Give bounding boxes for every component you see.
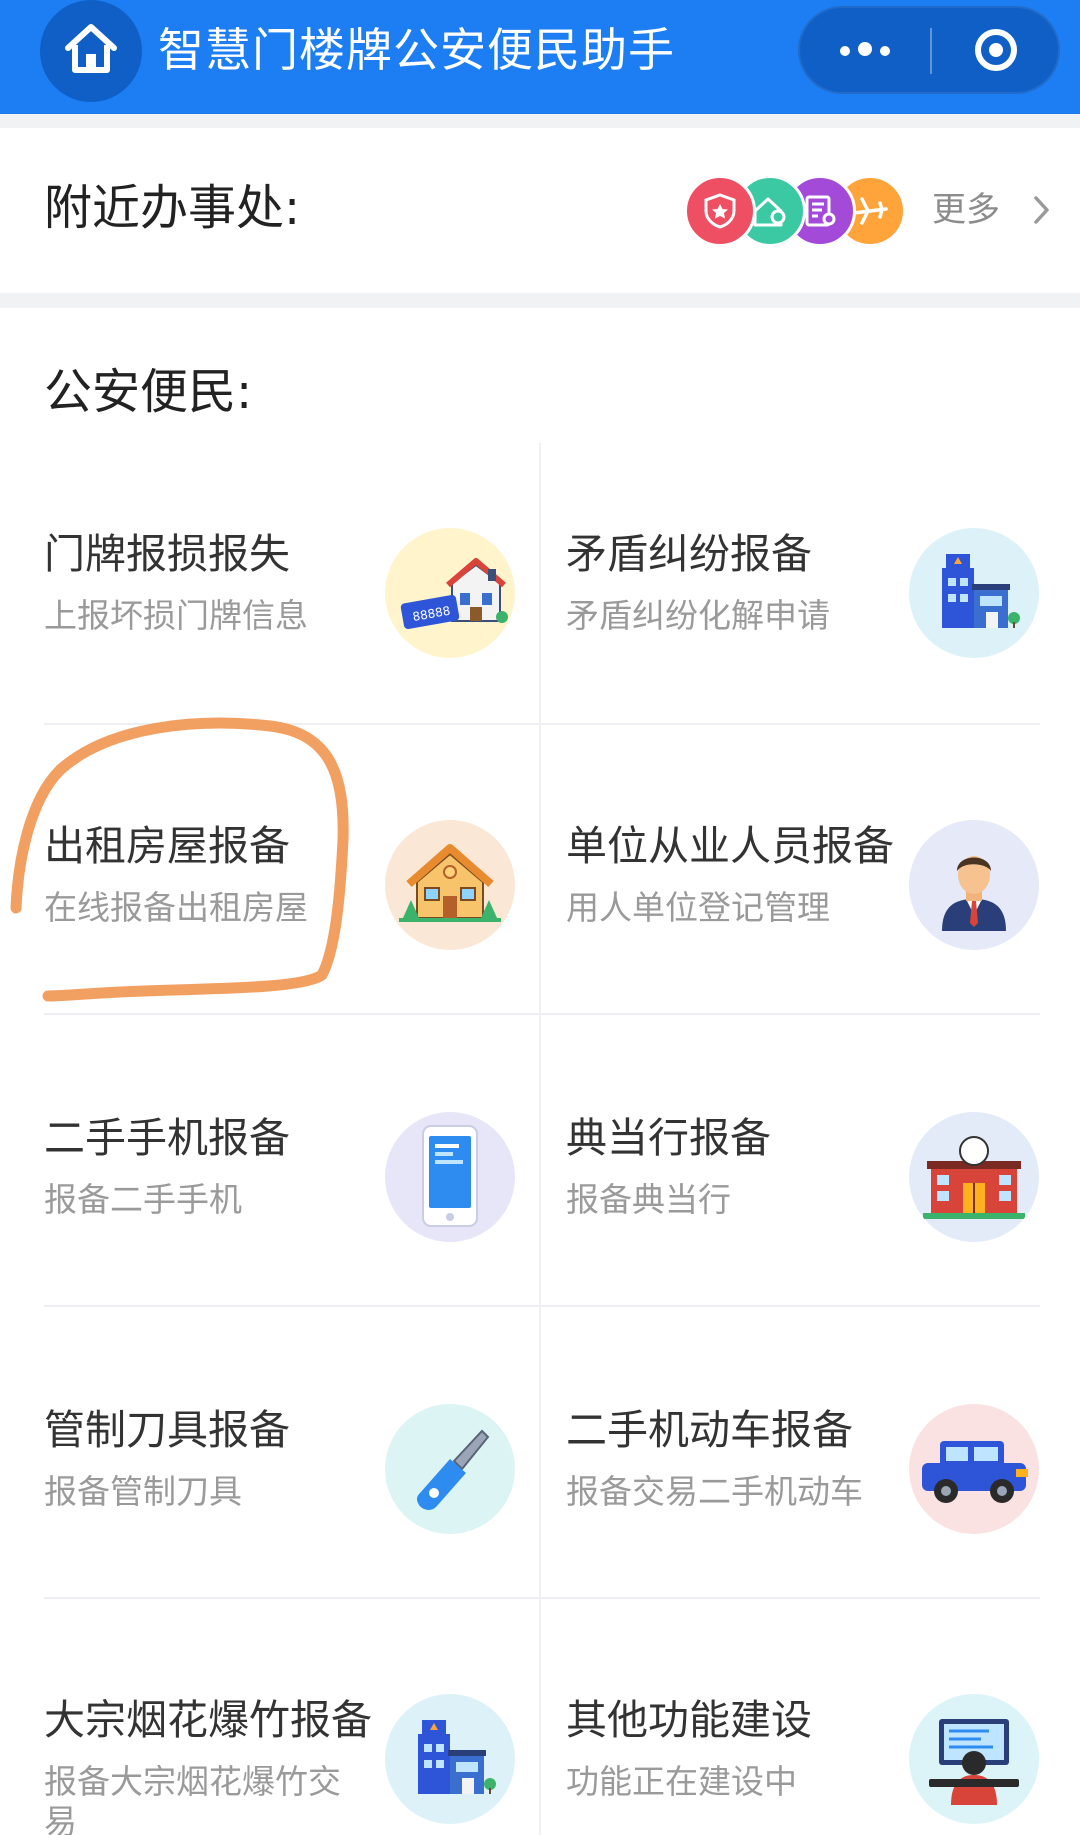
mobile-phone-icon [385,1112,515,1242]
home-icon [62,22,120,80]
service-rental-house[interactable]: 出租房屋报备 在线报备出租房屋 [44,760,564,1050]
service-title: 矛盾纠纷报备 [566,530,812,578]
title-bar: 智慧门楼牌公安便民助手 [0,0,1080,114]
service-title: 门牌报损报失 [44,530,290,578]
police-station-icon [385,1694,515,1824]
knife-icon [385,1404,515,1534]
home-button[interactable] [40,0,142,102]
service-title: 其他功能建设 [566,1696,812,1744]
mini-program-capsule [798,6,1060,94]
service-used-vehicle[interactable]: 二手机动车报备 报备交易二手机动车 [566,1344,1080,1634]
nearby-icons [684,175,906,247]
pawnshop-building-icon [909,1112,1039,1242]
service-other-functions[interactable]: 其他功能建设 功能正在建设中 [566,1634,1080,1835]
jeep-car-icon [909,1404,1039,1534]
close-button[interactable] [932,8,1060,92]
employee-icon [909,820,1039,950]
police-station-icon [909,528,1039,658]
service-subtitle: 报备二手手机 [44,1180,242,1219]
more-link[interactable]: 更多 [932,188,1000,232]
nearby-offices-row[interactable]: 附近办事处: 更多 [0,128,1080,293]
service-pawnshop[interactable]: 典当行报备 报备典当行 [566,1052,1080,1342]
service-door-plate-damage[interactable]: 门牌报损报失 上报坏损门牌信息 88888 [44,468,564,758]
service-subtitle: 报备管制刀具 [44,1472,242,1511]
service-subtitle: 矛盾纠纷化解申请 [566,596,830,635]
computer-worker-icon [909,1694,1039,1824]
service-subtitle: 功能正在建设中 [566,1762,797,1801]
app-title: 智慧门楼牌公安便民助手 [158,23,675,77]
service-subtitle: 在线报备出租房屋 [44,888,308,927]
service-second-hand-phone[interactable]: 二手手机报备 报备二手手机 [44,1052,564,1342]
service-subtitle: 用人单位登记管理 [566,888,830,927]
services-label: 公安便民: [44,364,253,420]
chevron-right-icon[interactable] [1022,190,1062,230]
service-subtitle: 上报坏损门牌信息 [44,596,308,635]
service-title: 出租房屋报备 [44,822,290,870]
service-subtitle: 报备典当行 [566,1180,731,1219]
services-panel: 公安便民: 门牌报损报失 上报坏损门牌信息 88888 矛盾纠纷报备 矛盾纠纷化… [0,308,1080,1835]
more-dots-icon [836,41,894,60]
service-title: 管制刀具报备 [44,1406,290,1454]
nearby-label: 附近办事处: [44,180,301,236]
service-employee-report[interactable]: 单位从业人员报备 用人单位登记管理 [566,760,1080,1050]
service-dispute-report[interactable]: 矛盾纠纷报备 矛盾纠纷化解申请 [566,468,1080,758]
more-button[interactable] [800,8,930,92]
police-shield-icon [684,175,756,247]
service-controlled-knife[interactable]: 管制刀具报备 报备管制刀具 [44,1344,564,1634]
service-title: 典当行报备 [566,1114,771,1162]
rental-house-icon [385,820,515,950]
house-number-plate-icon: 88888 [385,528,515,658]
service-title: 二手机动车报备 [566,1406,853,1454]
service-title: 单位从业人员报备 [566,822,894,870]
service-subtitle: 报备交易二手机动车 [566,1472,863,1511]
target-icon [975,29,1017,71]
service-title: 二手手机报备 [44,1114,290,1162]
service-subtitle: 报备大宗烟花爆竹交易 [44,1762,341,1835]
service-fireworks[interactable]: 大宗烟花爆竹报备 报备大宗烟花爆竹交易 [44,1634,564,1835]
service-title: 大宗烟花爆竹报备 [44,1696,372,1744]
